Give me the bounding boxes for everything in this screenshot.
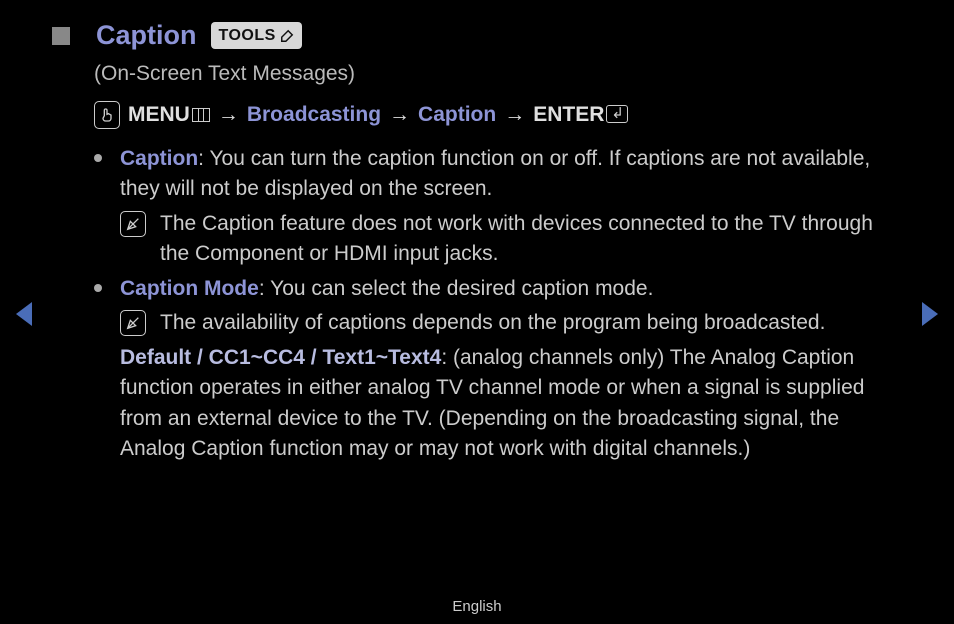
arrow-icon: → — [389, 100, 410, 130]
list-item: Caption: You can turn the caption functi… — [94, 144, 902, 270]
page-content: Caption TOOLS (On-Screen Text Messages) … — [52, 16, 902, 468]
enter-icon — [606, 105, 628, 123]
tools-badge: TOOLS — [211, 22, 302, 49]
item-desc: : You can turn the caption function on o… — [120, 147, 870, 200]
nav-broadcasting: Broadcasting — [247, 100, 381, 130]
note-text: The availability of captions depends on … — [160, 308, 825, 338]
section-marker-icon — [52, 27, 70, 45]
title-row: Caption TOOLS — [52, 16, 902, 55]
list-item-body: Caption Mode: You can select the desired… — [120, 274, 902, 465]
menu-path: MENU → Broadcasting → Caption → ENTER — [94, 100, 902, 130]
page-next-arrow[interactable] — [922, 302, 938, 326]
note-icon — [120, 310, 146, 336]
bullet-dot-icon — [94, 284, 102, 292]
item-term: Caption — [120, 147, 198, 170]
note-icon — [120, 211, 146, 237]
bullet-dot-icon — [94, 154, 102, 162]
note-text: The Caption feature does not work with d… — [160, 209, 902, 270]
nav-caption: Caption — [418, 100, 496, 130]
nav-enter: ENTER — [533, 100, 628, 130]
list-item: Caption Mode: You can select the desired… — [94, 274, 902, 465]
arrow-icon: → — [218, 100, 239, 130]
item-desc: : You can select the desired caption mod… — [259, 277, 654, 300]
page-title: Caption — [96, 16, 197, 55]
list-item-body: Caption: You can turn the caption functi… — [120, 144, 902, 270]
sub-item-term: Default / CC1~CC4 / Text1~Text4 — [120, 346, 441, 369]
note-row: The availability of captions depends on … — [120, 308, 902, 338]
tools-icon — [280, 29, 294, 43]
sub-item: Default / CC1~CC4 / Text1~Text4: (analog… — [120, 343, 902, 465]
hand-pointer-icon — [94, 101, 120, 129]
item-term: Caption Mode — [120, 277, 259, 300]
menu-grid-icon — [192, 108, 210, 122]
page-prev-arrow[interactable] — [16, 302, 32, 326]
nav-menu: MENU — [128, 100, 210, 130]
bullet-list: Caption: You can turn the caption functi… — [94, 144, 902, 464]
page-subtitle: (On-Screen Text Messages) — [94, 59, 902, 89]
arrow-icon: → — [504, 100, 525, 130]
note-row: The Caption feature does not work with d… — [120, 209, 902, 270]
tools-badge-label: TOOLS — [219, 24, 276, 47]
footer-language: English — [0, 596, 954, 618]
